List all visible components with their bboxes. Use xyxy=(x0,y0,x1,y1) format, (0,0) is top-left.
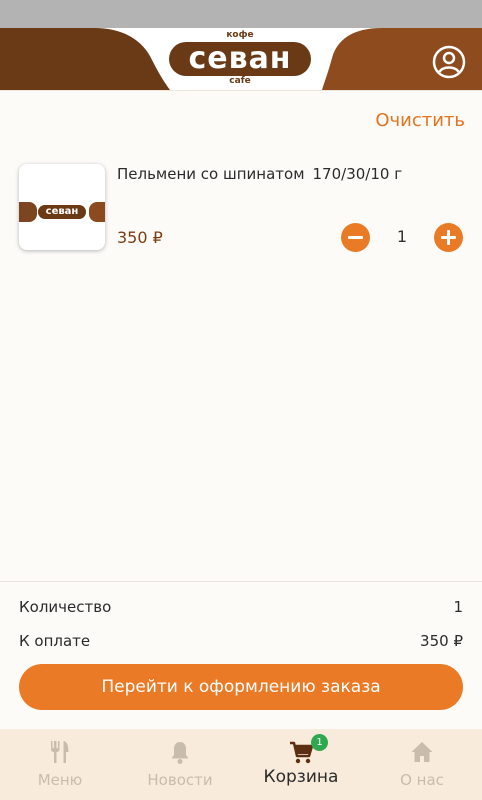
app-header: кофе севан cafe xyxy=(0,28,482,91)
bottom-tab-bar: Меню Новости Корзина О нас xyxy=(0,729,482,800)
logo-bottom-text: cafe xyxy=(229,76,251,86)
tab-cart[interactable]: Корзина xyxy=(241,729,361,800)
quantity-value: 1 xyxy=(453,598,463,616)
item-weight: 170/30/10 г xyxy=(312,165,403,183)
tab-cart-label: Корзина xyxy=(263,767,339,787)
clear-cart-button[interactable]: Очистить xyxy=(320,108,465,134)
logo-top-text: кофе xyxy=(226,30,254,40)
tab-news-label: Новости xyxy=(147,771,213,789)
user-circle-icon[interactable] xyxy=(431,44,467,80)
tab-about[interactable]: О нас xyxy=(362,729,482,800)
quantity-label: Количество xyxy=(19,598,112,616)
tab-about-label: О нас xyxy=(400,771,444,789)
item-price: 350 ₽ xyxy=(117,228,163,247)
checkout-button[interactable]: Перейти к оформлению заказа xyxy=(19,664,463,710)
thumbnail-logo-band: севан xyxy=(19,202,105,222)
decrease-quantity-button[interactable] xyxy=(341,223,370,252)
item-name: Пельмени со шпинатом xyxy=(117,165,305,183)
tab-menu-label: Меню xyxy=(37,771,83,789)
sevan-logo: кофе севан cafe xyxy=(165,30,315,88)
item-title: Пельмени со шпинатом 170/30/10 г xyxy=(117,162,467,186)
bell-icon xyxy=(171,742,189,764)
tab-menu[interactable]: Меню xyxy=(0,729,120,800)
status-bar xyxy=(0,0,482,28)
item-quantity: 1 xyxy=(396,227,408,246)
item-thumbnail[interactable]: севан xyxy=(19,164,105,250)
header-decor-left xyxy=(0,28,170,90)
tab-news[interactable]: Новости xyxy=(120,729,240,800)
thumbnail-logo: севан xyxy=(38,205,86,219)
cart-icon xyxy=(290,741,313,764)
cart-count-badge: 1 xyxy=(311,734,328,751)
total-label: К оплате xyxy=(19,632,91,650)
logo-main-text: севан xyxy=(188,41,292,76)
increase-quantity-button[interactable] xyxy=(434,223,463,252)
home-icon xyxy=(411,742,433,762)
fork-knife-icon xyxy=(51,741,69,763)
total-value: 350 ₽ xyxy=(420,632,463,650)
